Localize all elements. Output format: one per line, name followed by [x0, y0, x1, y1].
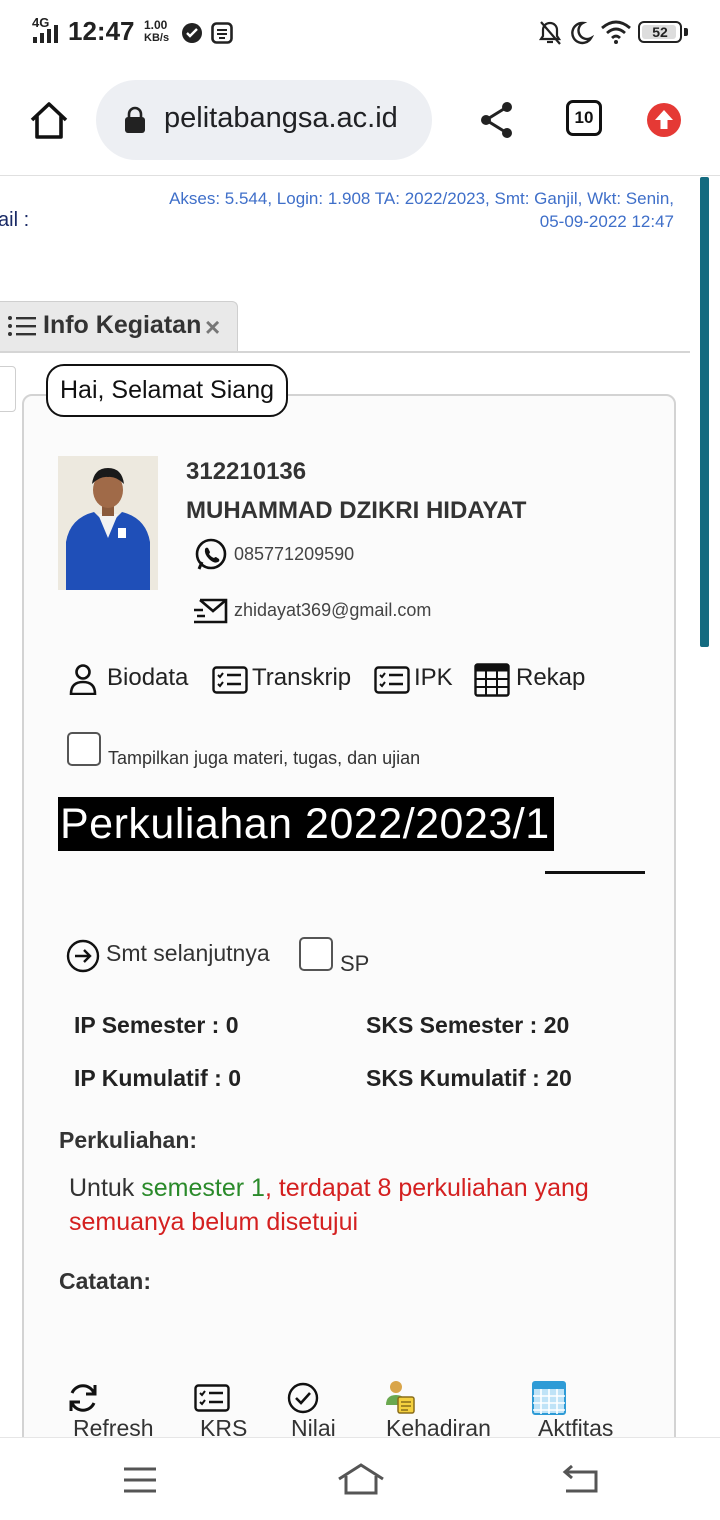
- mute-bell-icon: [538, 21, 562, 45]
- ipk-link[interactable]: IPK: [414, 664, 453, 692]
- student-phone[interactable]: 085771209590: [234, 544, 354, 565]
- battery-level: 52: [652, 24, 668, 40]
- sp-checkbox[interactable]: [299, 937, 333, 971]
- message-prefix: Untuk: [69, 1174, 142, 1202]
- table-icon[interactable]: [474, 663, 510, 697]
- clock: 12:47: [68, 16, 135, 46]
- message-comma: ,: [264, 1174, 272, 1202]
- moon-icon: [571, 21, 594, 45]
- back-icon[interactable]: [560, 1464, 600, 1494]
- share-icon[interactable]: [478, 100, 516, 140]
- wifi-icon: [601, 20, 631, 44]
- student-email[interactable]: zhidayat369@gmail.com: [234, 600, 431, 621]
- profile-photo: [58, 456, 158, 590]
- transcript-icon[interactable]: [212, 666, 248, 694]
- tab-info-kegiatan[interactable]: Info Kegiatan ×: [0, 301, 238, 351]
- whatsapp-icon: [195, 538, 227, 570]
- avatar: [58, 456, 158, 590]
- message-detail-1: terdapat 8 perkuliahan yang: [271, 1174, 589, 1202]
- check-circle-icon[interactable]: [287, 1382, 319, 1414]
- url-field[interactable]: pelitabangsa.ac.id: [96, 80, 432, 160]
- period-title-underline: [545, 871, 645, 874]
- attendance-icon[interactable]: [384, 1379, 416, 1415]
- show-materials-checkbox[interactable]: [67, 732, 101, 766]
- access-info-line-1: Akses: 5.544, Login: 1.908 TA: 2022/2023…: [169, 189, 674, 208]
- sks-semester: SKS Semester : 20: [366, 1012, 570, 1038]
- tab-switcher-button[interactable]: 10: [566, 100, 602, 136]
- check-circle-icon: [182, 23, 202, 43]
- calendar-icon[interactable]: [532, 1381, 566, 1415]
- tab-close-button[interactable]: ×: [205, 312, 220, 343]
- show-materials-label: Tampilkan juga materi, tugas, dan ujian: [108, 748, 421, 768]
- arrow-right-circle-icon[interactable]: [66, 939, 100, 973]
- lock-icon: [125, 106, 145, 133]
- perkuliahan-message: Untuk semester 1, terdapat 8 perkuliahan…: [69, 1171, 589, 1239]
- greeting: Hai, Selamat Siang: [46, 364, 289, 417]
- krs-button[interactable]: KRS: [200, 1415, 247, 1437]
- refresh-icon[interactable]: [66, 1381, 100, 1415]
- rekap-link[interactable]: Rekap: [516, 664, 585, 692]
- net-speed-value: 1.00: [144, 18, 168, 32]
- url-text: pelitabangsa.ac.id: [164, 102, 398, 134]
- tab-divider: [0, 351, 690, 353]
- sp-label: SP: [340, 951, 370, 976]
- message-icon: [211, 22, 233, 44]
- network-type: 4G: [32, 15, 50, 30]
- tab-label: Info Kegiatan: [43, 311, 202, 339]
- battery-tip: [684, 28, 688, 36]
- next-semester-link[interactable]: Smt selanjutnya: [106, 940, 270, 967]
- biodata-link[interactable]: Biodata: [107, 664, 188, 692]
- net-speed-unit: KB/s: [144, 32, 170, 44]
- perkuliahan-heading: Perkuliahan:: [59, 1127, 198, 1153]
- ipk-icon[interactable]: [374, 666, 410, 694]
- nilai-button[interactable]: Nilai: [291, 1415, 336, 1437]
- email-label-fragment: ail :: [0, 209, 30, 231]
- side-panel-edge: [0, 366, 16, 412]
- access-info: Akses: 5.544, Login: 1.908 TA: 2022/2023…: [169, 187, 674, 233]
- student-name: MUHAMMAD DZIKRI HIDAYAT: [186, 497, 527, 524]
- ip-kumulatif: IP Kumulatif : 0: [74, 1065, 241, 1091]
- kehadiran-button[interactable]: Kehadiran: [386, 1415, 491, 1437]
- scrollbar[interactable]: [700, 177, 709, 647]
- upload-icon[interactable]: [646, 102, 682, 138]
- list-icon: [8, 316, 36, 336]
- email-icon: [194, 598, 228, 624]
- person-icon[interactable]: [68, 663, 98, 695]
- home-icon[interactable]: [28, 100, 70, 140]
- period-title: Perkuliahan 2022/2023/1: [58, 797, 554, 851]
- tab-count: 10: [574, 108, 594, 127]
- transkrip-link[interactable]: Transkrip: [252, 664, 351, 692]
- battery-icon: 52: [638, 21, 682, 43]
- status-bar: 4G 12:47 1.00 KB/s 52: [0, 0, 720, 66]
- home-nav-icon[interactable]: [336, 1462, 386, 1496]
- access-info-line-2: 05-09-2022 12:47: [539, 212, 674, 231]
- sks-kumulatif: SKS Kumulatif : 20: [366, 1065, 572, 1091]
- refresh-button[interactable]: Refresh: [73, 1415, 154, 1437]
- browser-toolbar: pelitabangsa.ac.id 10: [0, 66, 720, 176]
- web-page: ail : Akses: 5.544, Login: 1.908 TA: 202…: [0, 177, 720, 1437]
- ip-semester: IP Semester : 0: [74, 1012, 239, 1038]
- message-detail-2: semuanya belum disetujui: [69, 1208, 359, 1236]
- student-nim: 312210136: [186, 458, 307, 485]
- system-nav-bar: [0, 1437, 720, 1520]
- catatan-heading: Catatan:: [59, 1268, 152, 1294]
- menu-icon[interactable]: [122, 1466, 158, 1494]
- message-semester: semester 1: [141, 1174, 265, 1202]
- krs-icon[interactable]: [194, 1384, 230, 1412]
- aktifitas-button[interactable]: Aktfitas: [538, 1415, 613, 1437]
